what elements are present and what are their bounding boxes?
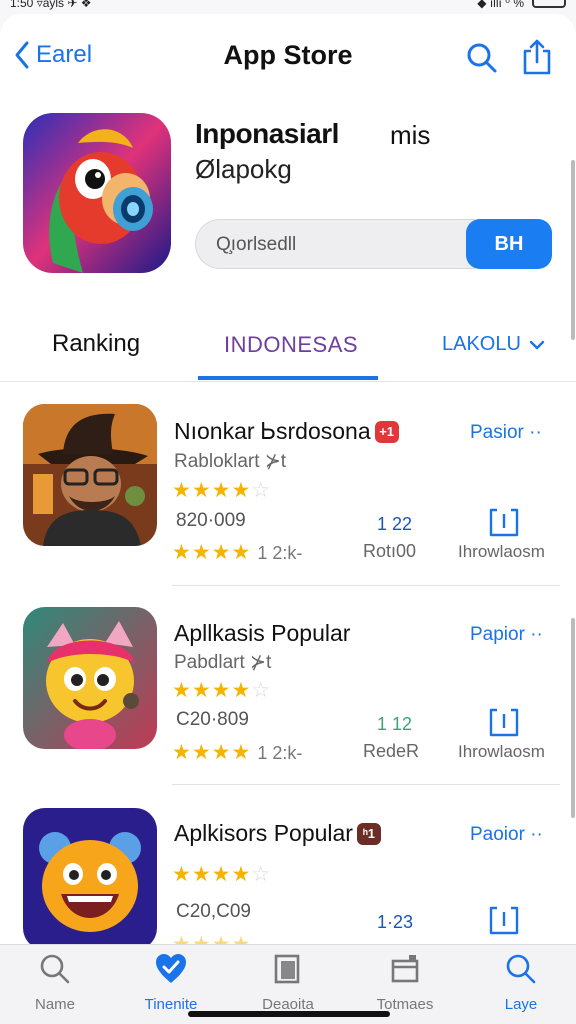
app-rating-stars: ★★★★☆ — [172, 679, 272, 702]
status-time: 1:50 ▿ayls ✈ ❖ — [10, 0, 92, 10]
bear-character-icon — [23, 808, 157, 950]
search-button[interactable] — [466, 42, 498, 79]
home-indicator[interactable] — [188, 1011, 390, 1017]
app-title-text: Nıonkar Ꮟsrdosona — [174, 418, 371, 444]
tabbar-item-totmaes[interactable]: Totmaes — [350, 953, 460, 1013]
app-title-text: Apllkasis Popular — [174, 620, 351, 646]
app-rank: 1 22 — [377, 514, 413, 534]
status-bar: 1:50 ▿ayls ✈ ❖ ◆ ıllı ⁰ % — [0, 0, 576, 14]
scrollbar[interactable] — [571, 160, 575, 340]
featured-app-title-suffix: mis — [390, 120, 431, 150]
download-icon — [489, 906, 519, 935]
app-rank: 1·23 — [377, 912, 414, 932]
app-title-text: Aplkisors Popular — [174, 820, 353, 846]
download-label: Ihrowlaosm — [458, 542, 545, 561]
search-icon — [467, 43, 497, 73]
download-icon — [489, 708, 519, 737]
tab-ranking[interactable]: Ranking — [52, 330, 140, 358]
download-button[interactable] — [488, 902, 520, 941]
app-rating-count: 1 2:k- — [257, 543, 303, 563]
row-divider — [172, 585, 560, 586]
tab-indonesia[interactable]: INDONESAS — [224, 332, 358, 358]
app-price: C20·809 — [176, 709, 249, 730]
app-get-button[interactable]: Pasior ·· — [470, 422, 542, 444]
parrot-mascot-icon — [23, 113, 171, 273]
inbox-icon — [391, 955, 419, 983]
app-get-button[interactable]: Papior ·· — [470, 624, 543, 646]
chevron-down-icon — [529, 340, 545, 349]
featured-app-title: Inponasiarl — [195, 118, 339, 149]
tabbar-label: Laye — [504, 996, 538, 1013]
search-icon — [506, 954, 536, 984]
app-icon-wizard[interactable] — [23, 404, 157, 546]
status-icons: ◆ ıllı ⁰ % — [477, 0, 524, 10]
app-rating-stars: ★★★★☆ — [172, 863, 272, 886]
app-badge: ʰ1 — [356, 823, 381, 845]
tabbar-item-laye[interactable]: Laye — [466, 953, 576, 1013]
tabbar-item-deaoita[interactable]: Deaoita — [233, 953, 343, 1013]
share-icon — [523, 39, 551, 75]
app-subtitle: Rabloklart ⊁t — [174, 451, 287, 472]
app-price: C20,C09 — [176, 901, 251, 922]
tabbar-item-tinenite[interactable]: Tinenite — [116, 953, 226, 1013]
featured-search-field[interactable]: Q̧ıorlsedll — [195, 219, 475, 269]
row-divider — [172, 784, 560, 785]
heart-check-icon — [156, 954, 186, 983]
search-icon — [40, 954, 70, 984]
app-rating-stars-secondary: ★★★★ 1 2:k- — [172, 741, 303, 764]
app-icon-monster[interactable] — [23, 607, 157, 749]
featured-app-subtitle: Ølapokg — [195, 154, 292, 184]
download-icon — [489, 508, 519, 537]
book-icon — [274, 954, 300, 984]
app-get-button[interactable]: Paoior ·· — [470, 824, 543, 846]
category-tabs: Ranking INDONESAS LAKOLU — [0, 318, 576, 382]
app-rating-count: 1 2:k- — [257, 743, 303, 763]
scrollbar-secondary[interactable] — [571, 618, 575, 818]
tabbar-label: Name — [34, 996, 75, 1013]
share-button[interactable] — [522, 38, 552, 81]
download-label: Ihrowlaosm — [458, 742, 545, 761]
app-title: Nıonkar Ꮟsrdosona +1 — [174, 418, 399, 445]
app-title: Apllkasis Popular — [174, 620, 350, 647]
app-rank-label: RedeR — [363, 741, 420, 761]
download-button[interactable] — [488, 504, 520, 543]
app-subtitle: Pabdlart ⊁t — [174, 652, 272, 673]
active-tab-indicator — [198, 376, 378, 380]
app-rank: 1 12 — [377, 714, 413, 734]
featured-action-button[interactable]: BH — [466, 219, 552, 269]
featured-app-icon[interactable] — [23, 113, 171, 273]
app-badge: +1 — [374, 421, 399, 443]
tab-lokal[interactable]: LAKOLU — [442, 333, 545, 356]
app-title: Aplkisors Popular ʰ1 — [174, 820, 381, 847]
app-rating-stars-secondary: ★★★★ 1 2:k- — [172, 541, 303, 564]
download-button[interactable] — [488, 704, 520, 743]
app-rank-label: Rotı00 — [363, 541, 417, 561]
app-price: 820·009 — [176, 510, 246, 531]
tabbar-item-name[interactable]: Name — [0, 953, 110, 1013]
app-icon-bear[interactable] — [23, 808, 157, 950]
app-rating-stars: ★★★★☆ — [172, 479, 272, 502]
navigation-bar: Earel App Store — [0, 14, 576, 104]
monster-character-icon — [23, 607, 157, 749]
wizard-character-icon — [23, 404, 157, 546]
battery-icon — [532, 0, 566, 8]
tab-lokal-label: LAKOLU — [442, 333, 521, 355]
